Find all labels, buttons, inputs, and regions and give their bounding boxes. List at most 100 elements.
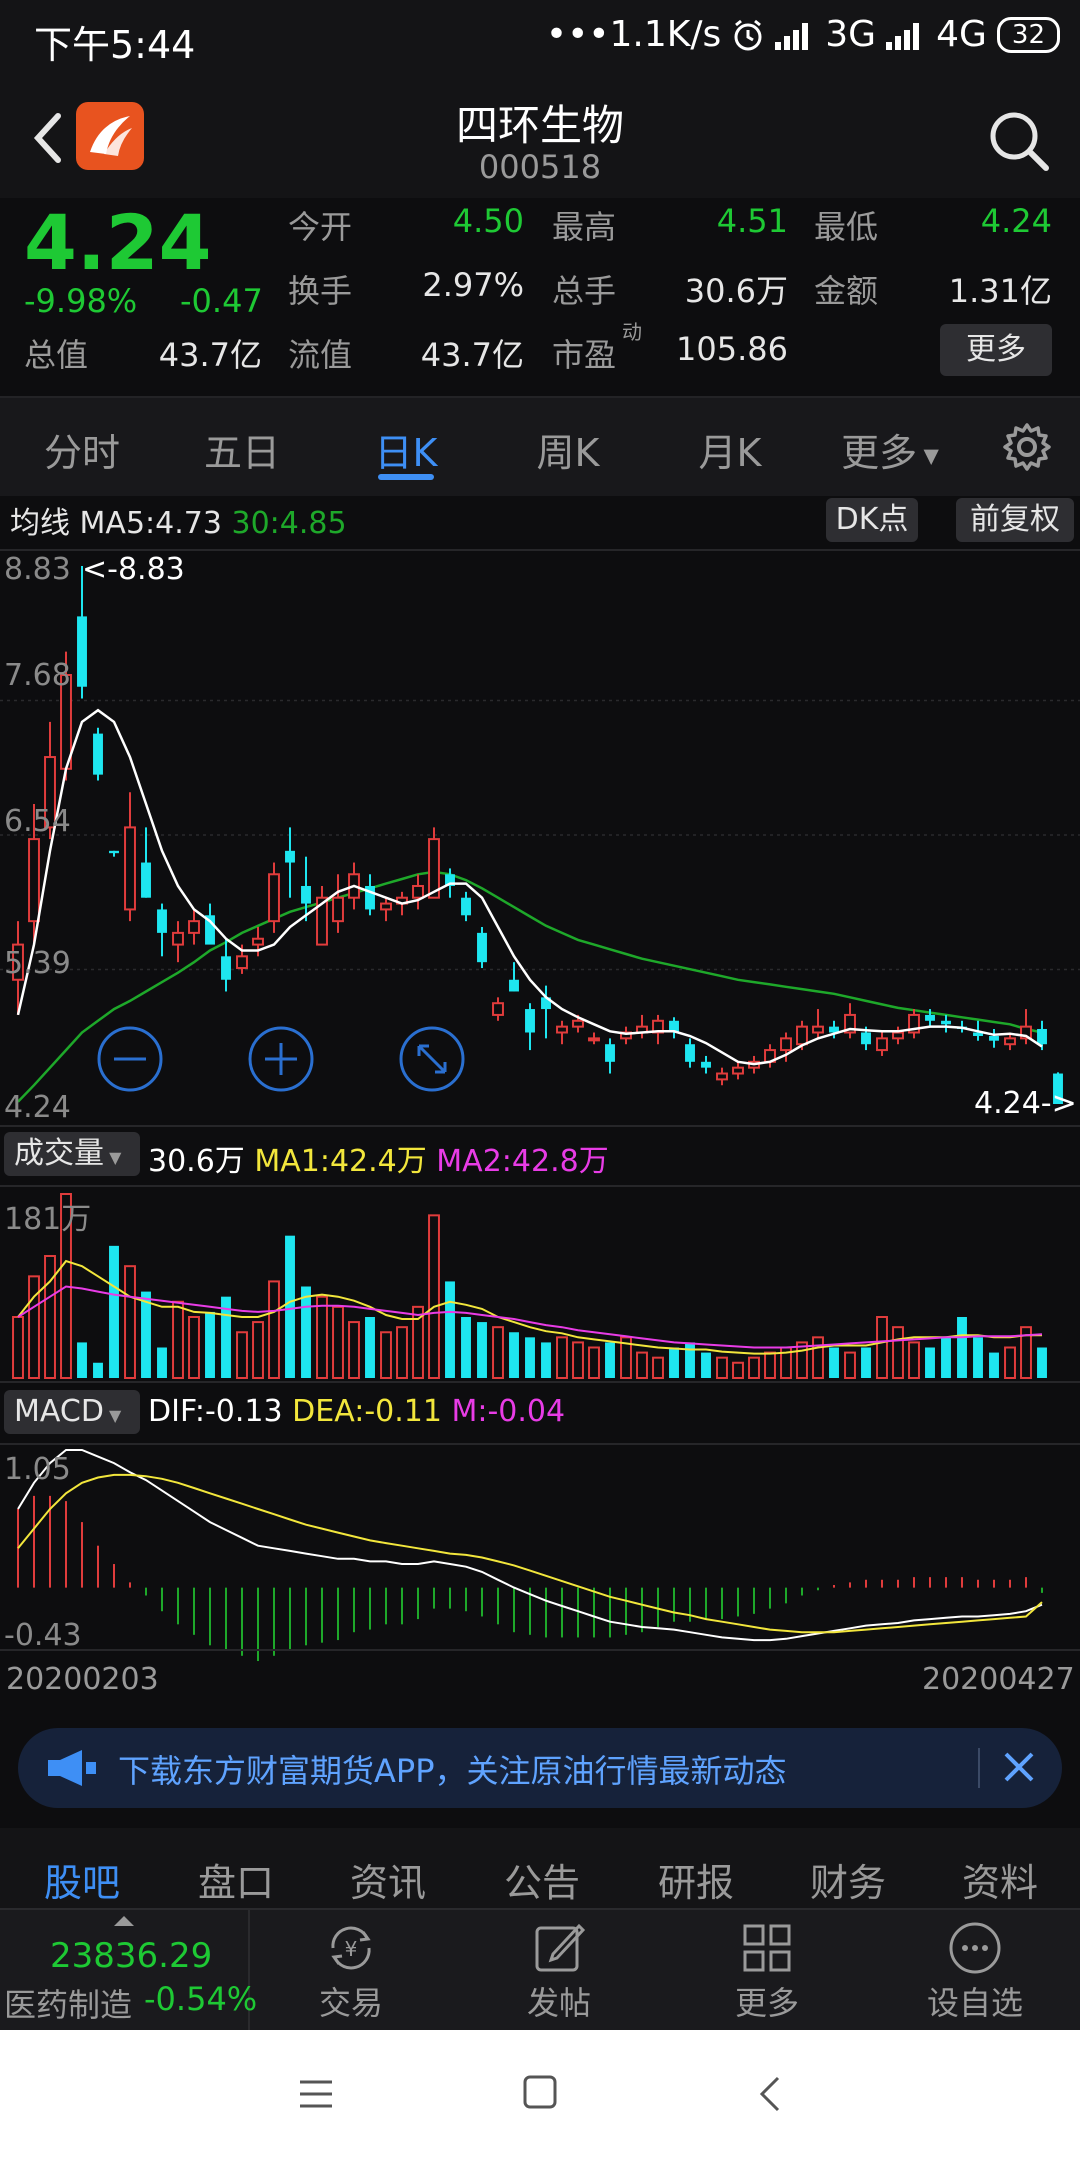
candle-down <box>861 1032 871 1045</box>
volume-bar-up <box>764 1351 776 1379</box>
open-value: 4.50 <box>452 202 524 240</box>
tab-intraday[interactable]: 分时 <box>12 422 152 477</box>
post-button[interactable]: 发帖 <box>484 1918 634 2024</box>
price-axis-max: 8.83 <box>4 552 71 587</box>
close-icon[interactable] <box>996 1744 1042 1790</box>
kline-chart[interactable]: 均线 MA5:4.73 30:4.85 DK点 前复权 8.83 7.68 6.… <box>0 494 1080 1704</box>
turnover-label: 换手 <box>288 272 353 310</box>
add-watchlist-button[interactable]: 设自选 <box>900 1918 1050 2024</box>
zoom-out-icon[interactable] <box>97 1026 163 1092</box>
tab-weekly-k[interactable]: 周K <box>498 422 638 477</box>
megaphone-icon <box>48 1750 96 1786</box>
sector-index[interactable]: 23836.29 医药制造 -0.54% <box>0 1910 257 2032</box>
compose-icon <box>535 1923 586 1972</box>
search-icon[interactable] <box>986 108 1052 174</box>
volume-bar-down <box>525 1337 535 1378</box>
tab-daily-k[interactable]: 日K <box>336 422 476 477</box>
market-cap-label: 总值 <box>24 336 89 374</box>
candle-up <box>716 1072 728 1081</box>
volume-bar-down <box>1037 1347 1047 1378</box>
volume-bar-up <box>396 1326 408 1379</box>
float-cap-value: 43.7亿 <box>420 336 524 374</box>
sector-index-pct: -0.54% <box>144 1980 258 2018</box>
candle-down <box>477 932 487 963</box>
volume-bar-down <box>957 1317 967 1378</box>
candle-up <box>556 1025 568 1034</box>
macd-dif: DIF:-0.13 <box>148 1394 283 1429</box>
candle-up <box>572 1019 584 1028</box>
nav-back-icon[interactable] <box>752 2074 788 2114</box>
candle-down <box>461 897 471 916</box>
candle-up <box>124 826 136 911</box>
candle-up <box>252 937 264 946</box>
tab-announcements[interactable]: 公告 <box>482 1852 602 1907</box>
candle-up <box>892 1031 904 1040</box>
volume-bar-down <box>989 1352 999 1378</box>
volume-bar-up <box>44 1255 56 1379</box>
trade-button[interactable]: ¥ 交易 <box>276 1918 426 2024</box>
status-time: 下午5:44 <box>34 23 196 67</box>
volume-bar-up <box>748 1356 760 1380</box>
volume-bar-up <box>716 1356 728 1380</box>
gear-icon[interactable] <box>1002 422 1052 472</box>
volume-bar-up <box>652 1356 664 1380</box>
volume-bar-down <box>925 1347 935 1378</box>
float-cap-label: 流值 <box>288 336 353 374</box>
tab-forum[interactable]: 股吧 <box>22 1852 142 1907</box>
tab-news[interactable]: 资讯 <box>328 1852 448 1907</box>
zoom-in-icon[interactable] <box>248 1026 314 1092</box>
tab-research[interactable]: 研报 <box>636 1852 756 1907</box>
candle-down <box>93 733 103 775</box>
promo-banner[interactable]: 下载东方财富期货APP，关注原油行情最新动态 <box>18 1728 1062 1808</box>
volume-bar-down <box>445 1281 455 1378</box>
candle-down <box>157 909 167 933</box>
net-type-1: 3G <box>825 14 877 55</box>
volume-label: 总手 <box>552 272 617 310</box>
tab-monthly-k[interactable]: 月K <box>660 422 800 477</box>
tab-more[interactable]: 更多 ▼ <box>830 422 950 477</box>
trade-label: 交易 <box>318 1984 383 2022</box>
candle-down <box>989 1036 999 1041</box>
candle-down <box>605 1044 615 1062</box>
tab-profile[interactable]: 资料 <box>940 1852 1060 1907</box>
fullscreen-icon[interactable] <box>399 1026 465 1092</box>
menu-icon[interactable] <box>298 2076 334 2112</box>
candle-up <box>732 1066 744 1075</box>
home-icon[interactable] <box>522 2074 558 2110</box>
volume-legend: 30.6万 MA1:42.4万 MA2:42.8万 <box>148 1136 609 1180</box>
pe-label: 市盈 <box>552 336 617 374</box>
pe-value: 105.86 <box>676 330 788 368</box>
volume-ma2: MA2:42.8万 <box>436 1144 609 1179</box>
volume-axis-max: 181万 <box>4 1202 92 1237</box>
macd-indicator-select[interactable]: MACD ▼ <box>4 1390 140 1434</box>
tab-financials[interactable]: 财务 <box>788 1852 908 1907</box>
candle-up <box>332 896 344 923</box>
amount-value: 1.31亿 <box>948 272 1052 310</box>
volume-bar-up <box>796 1341 808 1379</box>
quote-more-button[interactable]: 更多 <box>940 324 1052 376</box>
more-button[interactable]: 更多 <box>692 1918 842 2024</box>
volume-ma1: MA1:42.4万 <box>254 1144 427 1179</box>
price-axis-2: 7.68 <box>4 658 71 693</box>
period-tabs: 分时 五日 日K 周K 月K 更多 ▼ <box>0 396 1080 496</box>
tab-five-day[interactable]: 五日 <box>172 422 312 477</box>
volume-bar-down <box>285 1235 295 1378</box>
net-type-2: 4G <box>936 14 987 55</box>
volume-selector-label: 成交量 <box>14 1136 104 1171</box>
volume-bar-down <box>605 1342 615 1378</box>
bottom-action-bar: 23836.29 医药制造 -0.54% ¥ 交易 发帖 更多 设自选 <box>0 1908 1080 2032</box>
candle-up <box>796 1025 808 1046</box>
candle-up <box>876 1037 888 1052</box>
tab-order-book[interactable]: 盘口 <box>176 1852 296 1907</box>
macd-selector-label: MACD <box>14 1394 104 1429</box>
ellipsis-circle-icon <box>949 1922 1001 1974</box>
candle-down <box>285 850 295 863</box>
pe-sup: 动 <box>622 320 642 344</box>
change-percent: -9.98% <box>24 282 138 320</box>
volume-indicator-select[interactable]: 成交量 ▼ <box>4 1132 140 1176</box>
volume-bar-down <box>365 1317 375 1378</box>
add-watchlist-label: 设自选 <box>926 1984 1023 2022</box>
candle-down <box>221 956 231 980</box>
banner-text: 下载东方财富期货APP，关注原油行情最新动态 <box>118 1752 787 1790</box>
macd-axis-max: 1.05 <box>4 1452 71 1487</box>
